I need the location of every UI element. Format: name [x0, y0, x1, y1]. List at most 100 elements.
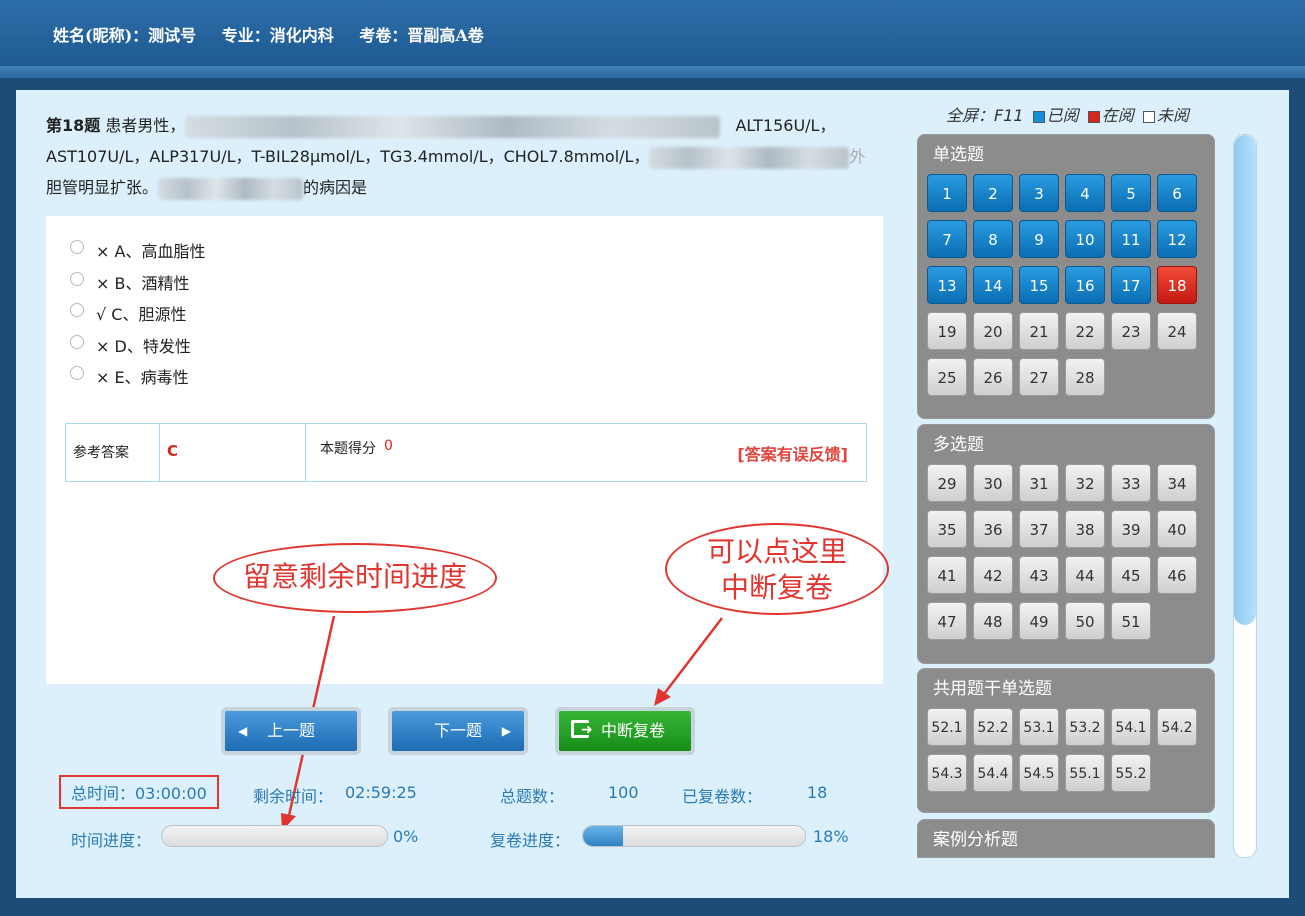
- question-button-32[interactable]: 32: [1065, 464, 1105, 502]
- user-name: 姓名(昵称)：测试号: [53, 26, 197, 45]
- question-button-43[interactable]: 43: [1019, 556, 1059, 594]
- question-button-11[interactable]: 11: [1111, 220, 1151, 258]
- review-progress-label: 复卷进度：: [490, 831, 571, 850]
- section-shared-stem: 共用题干单选题 52.1 52.2 53.1 53.2 54.1 54.2 54.3 54.4…: [917, 668, 1215, 813]
- legend-unread: 未阅: [1156, 106, 1189, 125]
- question-button-14[interactable]: 14: [973, 266, 1013, 304]
- question-button-25[interactable]: 25: [927, 358, 967, 396]
- main-panel: 第18题 患者男性， ALT156U/L， AST107U/L，ALP317U/…: [16, 90, 1289, 898]
- question-list-scrollbar[interactable]: [1233, 134, 1257, 858]
- question-button-15[interactable]: 15: [1019, 266, 1059, 304]
- question-button-35[interactable]: 35: [927, 510, 967, 548]
- question-button-4[interactable]: 4: [1065, 174, 1105, 212]
- question-button-24[interactable]: 24: [1157, 312, 1197, 350]
- chevron-left-icon: ◀: [238, 724, 248, 738]
- question-button-54.4[interactable]: 54.4: [973, 754, 1013, 792]
- question-button-10[interactable]: 10: [1065, 220, 1105, 258]
- interrupt-button[interactable]: ➜ 中断复卷: [559, 711, 691, 751]
- question-button-3[interactable]: 3: [1019, 174, 1059, 212]
- question-button-48[interactable]: 48: [973, 602, 1013, 640]
- section-title: 案例分析题: [933, 830, 1018, 850]
- exit-arrow-icon: ➜: [581, 722, 593, 738]
- time-progress-label: 时间进度：: [71, 831, 152, 850]
- question-button-16[interactable]: 16: [1065, 266, 1105, 304]
- user-info: 姓名(昵称)：测试号 专业：消化内科 考卷：晋副高A卷: [53, 22, 504, 46]
- question-button-54.1[interactable]: 54.1: [1111, 708, 1151, 746]
- question-button-17[interactable]: 17: [1111, 266, 1151, 304]
- question-button-33[interactable]: 33: [1111, 464, 1151, 502]
- question-button-40[interactable]: 40: [1157, 510, 1197, 548]
- question-button-6[interactable]: 6: [1157, 174, 1197, 212]
- question-button-39[interactable]: 39: [1111, 510, 1151, 548]
- exam-name: 考卷：晋副高A卷: [359, 26, 484, 45]
- question-button-36[interactable]: 36: [973, 510, 1013, 548]
- question-button-54.5[interactable]: 54.5: [1019, 754, 1059, 792]
- question-button-46[interactable]: 46: [1157, 556, 1197, 594]
- arrow-line: [663, 617, 723, 695]
- question-button-50[interactable]: 50: [1065, 602, 1105, 640]
- question-button-42[interactable]: 42: [973, 556, 1013, 594]
- section-title: 多选题: [933, 435, 984, 455]
- question-button-52.2[interactable]: 52.2: [973, 708, 1013, 746]
- question-button-44[interactable]: 44: [1065, 556, 1105, 594]
- question-button-12[interactable]: 12: [1157, 220, 1197, 258]
- question-button-54.3[interactable]: 54.3: [927, 754, 967, 792]
- question-button-51[interactable]: 51: [1111, 602, 1151, 640]
- question-button-13[interactable]: 13: [927, 266, 967, 304]
- total-count-label: 总题数：: [500, 787, 565, 806]
- question-button-55.2[interactable]: 55.2: [1111, 754, 1151, 792]
- question-button-49[interactable]: 49: [1019, 602, 1059, 640]
- top-bar: 姓名(昵称)：测试号 专业：消化内科 考卷：晋副高A卷: [0, 0, 1305, 66]
- question-button-53.2[interactable]: 53.2: [1065, 708, 1105, 746]
- question-button-53.1[interactable]: 53.1: [1019, 708, 1059, 746]
- question-button-20[interactable]: 20: [973, 312, 1013, 350]
- question-button-54.2[interactable]: 54.2: [1157, 708, 1197, 746]
- question-button-19[interactable]: 19: [927, 312, 967, 350]
- section-case-analysis: 案例分析题: [917, 819, 1215, 858]
- question-button-38[interactable]: 38: [1065, 510, 1105, 548]
- question-button-29[interactable]: 29: [927, 464, 967, 502]
- review-progress-fill: [583, 826, 623, 846]
- question-button-47[interactable]: 47: [927, 602, 967, 640]
- interrupt-button-label: 中断复卷: [601, 721, 666, 740]
- arrow-head: [654, 688, 671, 706]
- next-button-label: 下一题: [433, 721, 482, 740]
- question-button-21[interactable]: 21: [1019, 312, 1059, 350]
- question-button-52.1[interactable]: 52.1: [927, 708, 967, 746]
- user-major: 专业：消化内科: [221, 26, 334, 45]
- question-button-23[interactable]: 23: [1111, 312, 1151, 350]
- time-progress-value: 0%: [393, 827, 419, 846]
- question-button-55.1[interactable]: 55.1: [1065, 754, 1105, 792]
- question-button-8[interactable]: 8: [973, 220, 1013, 258]
- chevron-right-icon: ▶: [501, 724, 511, 738]
- fullscreen-hint: 全屏：F11: [946, 106, 1024, 125]
- section-single-choice: 单选题 1 2 3 4 5 6 7 8 9 10 11 12 13 14 15 16 17 18 19 20 21 22 2…: [917, 134, 1215, 419]
- unread-color-icon: [1142, 110, 1155, 123]
- question-button-2[interactable]: 2: [973, 174, 1013, 212]
- prev-button[interactable]: ◀ 上一题: [225, 711, 357, 751]
- total-time: 总时间：03:00:00: [59, 775, 219, 809]
- question-button-30[interactable]: 30: [973, 464, 1013, 502]
- question-button-31[interactable]: 31: [1019, 464, 1059, 502]
- question-button-41[interactable]: 41: [927, 556, 967, 594]
- question-button-9[interactable]: 9: [1019, 220, 1059, 258]
- question-button-37[interactable]: 37: [1019, 510, 1059, 548]
- review-progress-value: 18%: [813, 827, 849, 846]
- question-button-7[interactable]: 7: [927, 220, 967, 258]
- section-title: 单选题: [933, 145, 984, 165]
- next-button[interactable]: 下一题 ▶: [392, 711, 524, 751]
- question-button-5[interactable]: 5: [1111, 174, 1151, 212]
- question-button-1[interactable]: 1: [927, 174, 967, 212]
- legend-read: 已阅: [1046, 106, 1079, 125]
- reading-color-icon: [1087, 110, 1100, 123]
- question-button-28[interactable]: 28: [1065, 358, 1105, 396]
- question-button-18[interactable]: 18: [1157, 266, 1197, 304]
- question-button-22[interactable]: 22: [1065, 312, 1105, 350]
- question-button-26[interactable]: 26: [973, 358, 1013, 396]
- header-stripe: [0, 66, 1305, 78]
- scrollbar-thumb[interactable]: [1234, 135, 1256, 625]
- total-time-text: 总时间：03:00:00: [71, 784, 207, 803]
- question-button-45[interactable]: 45: [1111, 556, 1151, 594]
- question-button-34[interactable]: 34: [1157, 464, 1197, 502]
- question-button-27[interactable]: 27: [1019, 358, 1059, 396]
